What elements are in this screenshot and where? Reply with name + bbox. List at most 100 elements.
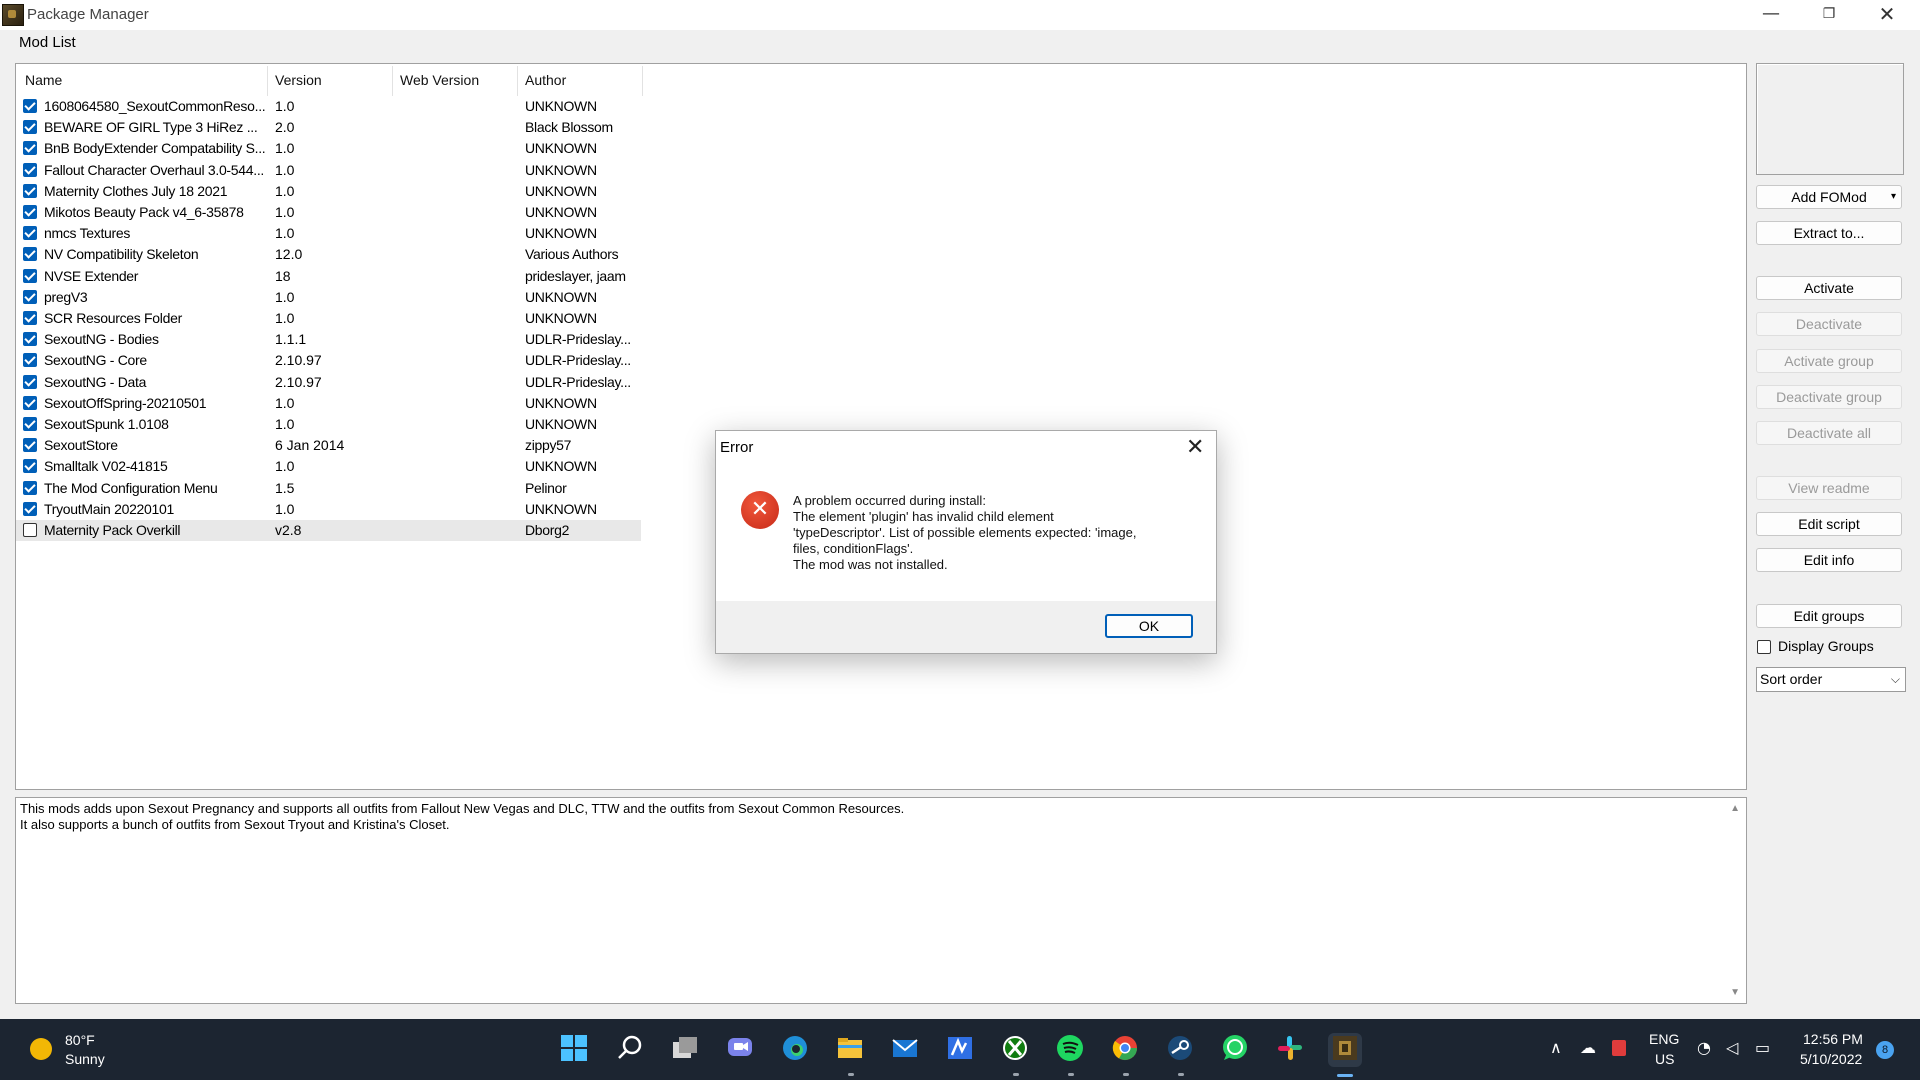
mod-checkbox[interactable] — [23, 162, 37, 177]
mod-checkbox[interactable] — [23, 247, 37, 262]
add-fomod-button[interactable]: Add FOMod ▾ — [1756, 185, 1902, 209]
mod-checkbox[interactable] — [23, 353, 37, 368]
ok-button[interactable]: OK — [1105, 614, 1193, 638]
column-header-author[interactable]: Author — [525, 72, 566, 88]
mod-checkbox[interactable] — [23, 289, 37, 304]
input-region[interactable]: US — [1655, 1051, 1674, 1067]
dropdown-arrow-icon[interactable]: ▾ — [1891, 186, 1896, 208]
weather-temperature[interactable]: 80°F — [65, 1032, 95, 1048]
mail-icon[interactable] — [888, 1033, 922, 1067]
mod-row[interactable]: The Mod Configuration Menu 1.5 Pelinor — [16, 478, 641, 499]
mod-row[interactable]: TryoutMain 20220101 1.0 UNKNOWN — [16, 499, 641, 520]
mod-checkbox[interactable] — [23, 205, 37, 219]
column-header-version[interactable]: Version — [275, 72, 322, 88]
mod-row[interactable]: NVSE Extender 18 prideslayer, jaam — [16, 266, 641, 287]
notification-badge[interactable]: 8 — [1876, 1041, 1894, 1059]
spotify-icon[interactable] — [1053, 1033, 1087, 1067]
mod-row[interactable]: SexoutOffSpring-20210501 1.0 UNKNOWN — [16, 393, 641, 414]
teams-chat-icon[interactable] — [723, 1033, 757, 1067]
deactivate-button[interactable]: Deactivate — [1756, 312, 1902, 336]
activate-group-button[interactable]: Activate group — [1756, 349, 1902, 373]
minimize-button[interactable]: — — [1742, 0, 1800, 30]
display-groups-checkbox[interactable] — [1757, 640, 1771, 654]
search-icon[interactable] — [613, 1033, 647, 1067]
whatsapp-icon[interactable] — [1218, 1033, 1252, 1067]
volume-icon[interactable]: ◁ — [1726, 1038, 1738, 1057]
edit-script-button[interactable]: Edit script — [1756, 512, 1902, 536]
column-header-web-version[interactable]: Web Version — [400, 72, 479, 88]
xbox-icon[interactable] — [998, 1033, 1032, 1067]
mod-checkbox[interactable] — [23, 141, 37, 156]
task-view-icon[interactable] — [668, 1033, 702, 1067]
description-box[interactable]: This mods adds upon Sexout Pregnancy and… — [15, 797, 1747, 1004]
mod-checkbox[interactable] — [23, 374, 37, 389]
mod-row[interactable]: 1608064580_SexoutCommonReso... 1.0 UNKNOWN — [16, 96, 641, 117]
mod-row[interactable]: Smalltalk V02-41815 1.0 UNKNOWN — [16, 456, 641, 477]
mod-row[interactable]: BEWARE OF GIRL Type 3 HiRez ... 2.0 Black … — [16, 117, 641, 138]
edit-groups-button[interactable]: Edit groups — [1756, 604, 1902, 628]
package-manager-icon[interactable] — [1328, 1033, 1362, 1067]
mod-checkbox[interactable] — [23, 501, 37, 516]
mod-checkbox[interactable] — [23, 268, 37, 283]
mod-list[interactable]: Name Version Web Version Author 16080645… — [15, 63, 1747, 790]
mod-row[interactable]: Mikotos Beauty Pack v4_6-35878 1.0 UNKNOWN — [16, 202, 641, 223]
deactivate-group-button[interactable]: Deactivate group — [1756, 385, 1902, 409]
mod-checkbox[interactable] — [23, 99, 37, 113]
mod-checkbox[interactable] — [23, 480, 37, 495]
weather-sun-icon[interactable] — [30, 1038, 52, 1060]
mod-row[interactable]: Fallout Character Overhaul 3.0-544... 1.0… — [16, 160, 641, 181]
column-header-name[interactable]: Name — [25, 72, 62, 88]
extract-button[interactable]: Extract to... — [1756, 221, 1902, 245]
restore-button[interactable]: ❐ — [1800, 0, 1858, 30]
mod-checkbox[interactable] — [23, 120, 37, 135]
mod-row[interactable]: SexoutNG - Bodies 1.1.1 UDLR-Prideslay... — [16, 329, 641, 350]
mod-row[interactable]: SexoutSpunk 1.0108 1.0 UNKNOWN — [16, 414, 641, 435]
chrome-icon[interactable] — [1108, 1033, 1142, 1067]
mod-row[interactable]: BnB BodyExtender Compatability S... 1.0 UN… — [16, 138, 641, 159]
edit-info-button[interactable]: Edit info — [1756, 548, 1902, 572]
clock-time[interactable]: 12:56 PM — [1803, 1031, 1863, 1047]
mod-row[interactable]: SexoutStore 6 Jan 2014 zippy57 — [16, 435, 641, 456]
mod-checkbox[interactable] — [23, 226, 37, 241]
dialog-close-button[interactable]: ✕ — [1186, 435, 1204, 460]
mod-checkbox[interactable] — [23, 395, 37, 410]
mod-row[interactable]: Maternity Pack Overkill v2.8 Dborg2 — [16, 520, 641, 541]
mod-checkbox[interactable] — [23, 417, 37, 431]
slack-icon[interactable] — [1273, 1033, 1307, 1067]
menu-mod-list[interactable]: Mod List — [19, 34, 76, 51]
mod-checkbox[interactable] — [23, 183, 37, 198]
scroll-up-arrow-icon[interactable]: ▲ — [1730, 803, 1740, 814]
mod-row[interactable]: Maternity Clothes July 18 2021 1.0 UNKNOWN — [16, 181, 641, 202]
activate-button[interactable]: Activate — [1756, 276, 1902, 300]
security-app-icon[interactable] — [1612, 1040, 1626, 1056]
file-explorer-icon[interactable] — [833, 1033, 867, 1067]
weather-condition[interactable]: Sunny — [65, 1051, 105, 1067]
mod-row[interactable]: pregV3 1.0 UNKNOWN — [16, 287, 641, 308]
view-readme-button[interactable]: View readme — [1756, 476, 1902, 500]
edge-icon[interactable] — [778, 1033, 812, 1067]
mod-checkbox[interactable] — [23, 459, 37, 474]
sort-order-select[interactable]: Sort order ⌵ — [1756, 667, 1906, 692]
mod-checkbox[interactable] — [23, 311, 37, 325]
onedrive-cloud-icon[interactable]: ☁ — [1580, 1038, 1596, 1057]
mod-checkbox[interactable] — [23, 523, 37, 537]
editor-icon[interactable] — [943, 1033, 977, 1067]
wifi-icon[interactable]: ◔ — [1697, 1038, 1711, 1057]
input-language[interactable]: ENG — [1649, 1031, 1679, 1047]
mod-checkbox[interactable] — [23, 332, 37, 347]
deactivate-all-button[interactable]: Deactivate all — [1756, 421, 1902, 445]
start-icon[interactable] — [557, 1033, 591, 1067]
mod-row[interactable]: SexoutNG - Core 2.10.97 UDLR-Prideslay... — [16, 350, 641, 371]
steam-icon[interactable] — [1163, 1033, 1197, 1067]
close-button[interactable]: ✕ — [1858, 0, 1916, 30]
clock-date[interactable]: 5/10/2022 — [1800, 1051, 1862, 1067]
scroll-down-arrow-icon[interactable]: ▼ — [1730, 987, 1740, 998]
mod-row[interactable]: NV Compatibility Skeleton 12.0 Various Aut… — [16, 244, 641, 265]
mod-checkbox[interactable] — [23, 438, 37, 453]
mod-row[interactable]: SCR Resources Folder 1.0 UNKNOWN — [16, 308, 641, 329]
mod-row[interactable]: nmcs Textures 1.0 UNKNOWN — [16, 223, 641, 244]
show-hidden-icons-chevron-icon[interactable]: ∧ — [1550, 1038, 1562, 1057]
dialog-title: Error — [720, 439, 754, 456]
mod-row[interactable]: SexoutNG - Data 2.10.97 UDLR-Prideslay... — [16, 372, 641, 393]
battery-icon[interactable]: ▭ — [1755, 1038, 1770, 1057]
